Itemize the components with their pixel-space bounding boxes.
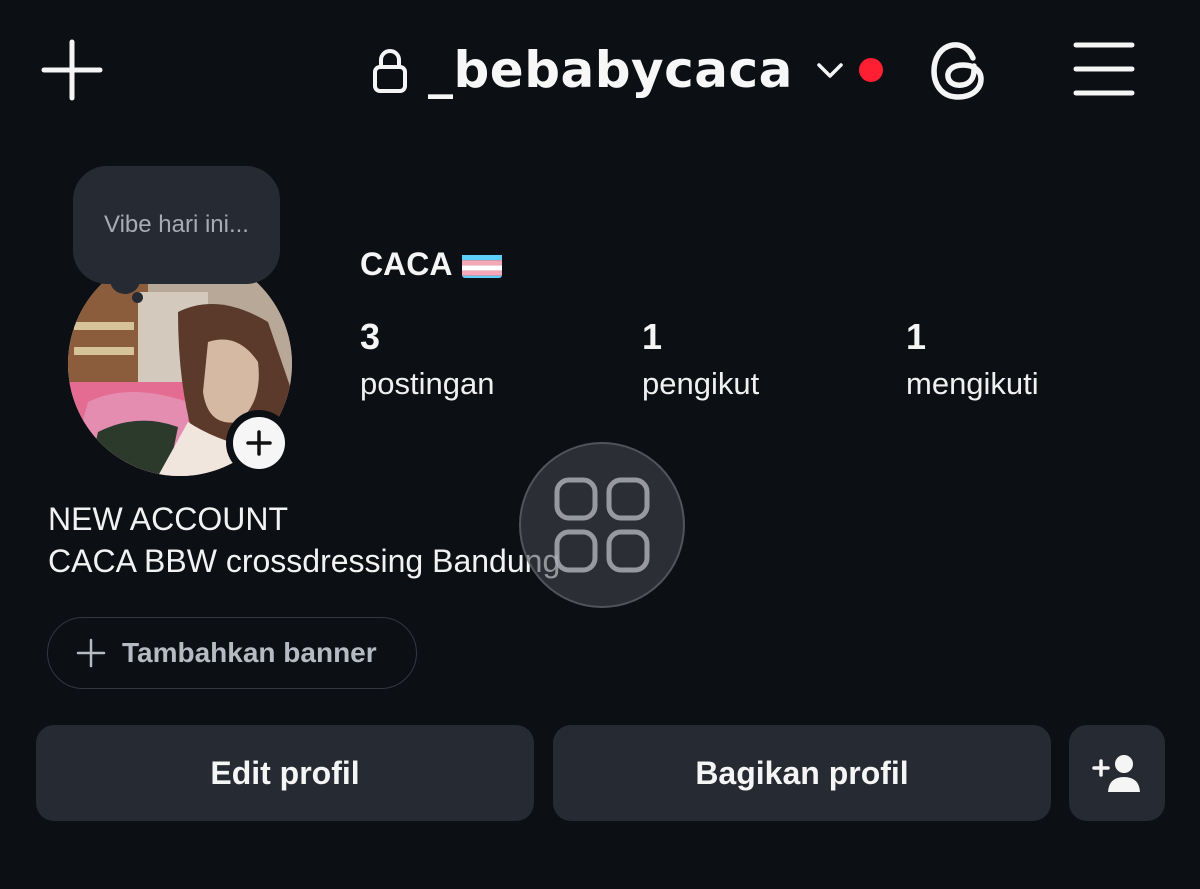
- threads-icon[interactable]: [926, 38, 992, 104]
- add-banner-button[interactable]: Tambahkan banner: [47, 617, 417, 689]
- stat-followers-value: 1: [642, 316, 663, 357]
- edit-profile-button[interactable]: Edit profil: [36, 725, 534, 821]
- stat-following-value: 1: [906, 316, 927, 357]
- stat-posts-value: 3: [360, 316, 381, 357]
- bio: NEW ACCOUNT CACA BBW crossdressing Bandu…: [48, 498, 560, 582]
- stat-posts-label: postingan: [360, 366, 495, 401]
- transgender-flag-icon: [462, 252, 503, 278]
- add-person-icon: [1092, 755, 1140, 792]
- account-switcher[interactable]: _bebabycaca: [372, 38, 883, 102]
- plus-icon[interactable]: [40, 38, 104, 102]
- display-name-text: CACA: [360, 246, 453, 282]
- note-bubble-tail-small: [132, 292, 143, 303]
- note-bubble[interactable]: Vibe hari ini...: [73, 166, 280, 284]
- bio-line-2: CACA BBW crossdressing Bandung: [48, 543, 561, 579]
- add-story-button[interactable]: [226, 410, 292, 476]
- stat-posts[interactable]: 3 postingan: [360, 316, 494, 402]
- notification-dot: [858, 58, 883, 82]
- note-bubble-tail: [110, 266, 140, 294]
- stat-following-label: mengikuti: [906, 366, 1039, 401]
- stat-following[interactable]: 1 mengikuti: [906, 316, 1039, 402]
- chevron-down-icon[interactable]: [815, 59, 845, 81]
- display-name: CACA: [360, 246, 503, 283]
- add-banner-label: Tambahkan banner: [122, 637, 377, 668]
- add-person-button[interactable]: [1069, 725, 1165, 821]
- app-grid-icon: [554, 477, 650, 573]
- username[interactable]: _bebabycaca: [428, 41, 793, 99]
- lock-icon: [372, 47, 408, 93]
- share-profile-button[interactable]: Bagikan profil: [553, 725, 1051, 821]
- plus-icon: [76, 638, 106, 668]
- note-placeholder: Vibe hari ini...: [104, 211, 249, 238]
- bio-line-1: NEW ACCOUNT: [48, 501, 288, 537]
- floating-app-grid-button[interactable]: [519, 442, 685, 608]
- profile-screen: _bebabycaca Vibe hari ini... CACA 3 post…: [0, 0, 1200, 889]
- stat-followers-label: pengikut: [642, 366, 760, 401]
- plus-icon: [246, 430, 272, 456]
- stat-followers[interactable]: 1 pengikut: [642, 316, 759, 402]
- menu-icon[interactable]: [1072, 40, 1136, 98]
